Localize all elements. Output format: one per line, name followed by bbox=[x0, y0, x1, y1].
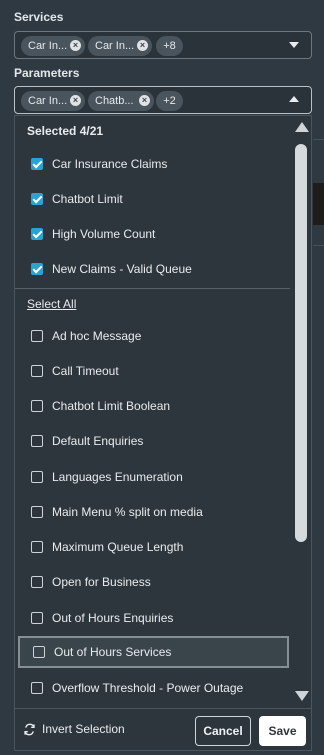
option-item[interactable]: High Volume Count bbox=[15, 216, 290, 251]
checkbox[interactable] bbox=[31, 364, 43, 377]
option-item[interactable]: Chatbot Limit Boolean bbox=[15, 388, 290, 423]
option-item[interactable]: Languages Enumeration bbox=[15, 459, 290, 494]
option-item[interactable]: Default Enquiries bbox=[15, 423, 290, 458]
checkbox[interactable] bbox=[31, 470, 43, 483]
save-button[interactable]: Save bbox=[259, 716, 306, 746]
option-item[interactable]: Maximum Queue Length bbox=[15, 529, 290, 564]
services-chip[interactable]: Car In... × bbox=[88, 36, 152, 56]
checkbox[interactable] bbox=[33, 646, 45, 658]
option-label: Ad hoc Message bbox=[52, 328, 142, 343]
checkbox[interactable] bbox=[31, 681, 43, 694]
chip-label: Car In... bbox=[95, 40, 135, 52]
option-label: New Claims - Valid Queue bbox=[52, 261, 192, 276]
option-item[interactable]: Call Timeout bbox=[15, 353, 290, 388]
option-label: Open for Business bbox=[52, 574, 151, 589]
parameters-more-chip[interactable]: +2 bbox=[156, 91, 183, 111]
option-label: Out of Hours Services bbox=[54, 645, 172, 659]
services-select[interactable]: Car In... × Car In... × +8 bbox=[14, 31, 312, 59]
invert-selection-button[interactable]: Invert Selection bbox=[23, 722, 125, 736]
option-label: Default Enquiries bbox=[52, 433, 144, 448]
checkbox[interactable] bbox=[31, 575, 43, 588]
option-item[interactable]: Chatbot Limit bbox=[15, 181, 290, 216]
select-all-link[interactable]: Select All bbox=[27, 297, 76, 311]
checkbox[interactable] bbox=[31, 434, 43, 447]
close-circle-icon[interactable]: × bbox=[70, 95, 81, 106]
parameters-chip[interactable]: Car In... × bbox=[21, 91, 85, 111]
background-divider bbox=[313, 245, 324, 246]
background-panel-edge bbox=[313, 183, 324, 225]
chevron-up-icon[interactable] bbox=[289, 96, 299, 102]
chip-label: Chatb... bbox=[95, 95, 134, 107]
checkbox-checked[interactable] bbox=[31, 192, 43, 205]
checkbox[interactable] bbox=[31, 611, 43, 624]
option-label: Chatbot Limit bbox=[52, 191, 123, 206]
checkbox[interactable] bbox=[31, 399, 43, 412]
swap-icon bbox=[24, 723, 35, 735]
option-label: Main Menu % split on media bbox=[52, 504, 203, 519]
option-label: Maximum Queue Length bbox=[52, 539, 184, 554]
checkbox-checked[interactable] bbox=[31, 227, 43, 240]
parameters-chip[interactable]: Chatb... × bbox=[88, 91, 154, 111]
option-item[interactable]: Out of Hours Enquiries bbox=[15, 600, 290, 635]
option-item[interactable]: Open for Business bbox=[15, 564, 290, 599]
option-item[interactable]: New Claims - Valid Queue bbox=[15, 251, 290, 286]
services-label: Services bbox=[14, 10, 64, 24]
scrollbar[interactable] bbox=[292, 116, 311, 708]
selected-count: Selected 4/21 bbox=[27, 124, 104, 138]
parameters-label: Parameters bbox=[14, 66, 80, 80]
option-label: Call Timeout bbox=[52, 363, 119, 378]
chevron-down-icon[interactable] bbox=[289, 42, 299, 48]
scroll-down-arrow-icon[interactable] bbox=[295, 691, 309, 701]
background-divider bbox=[313, 139, 324, 140]
option-label: Car Insurance Claims bbox=[52, 156, 168, 171]
option-item[interactable]: Car Insurance Claims bbox=[15, 146, 290, 181]
checkbox[interactable] bbox=[31, 505, 43, 518]
cancel-button[interactable]: Cancel bbox=[195, 716, 251, 746]
option-label: Languages Enumeration bbox=[52, 469, 183, 484]
checkbox-checked[interactable] bbox=[31, 262, 43, 275]
checkbox-checked[interactable] bbox=[31, 157, 43, 170]
parameters-select[interactable]: Car In... × Chatb... × +2 bbox=[14, 86, 312, 114]
checkbox[interactable] bbox=[31, 329, 43, 342]
option-item[interactable]: Main Menu % split on media bbox=[15, 494, 290, 529]
option-label: High Volume Count bbox=[52, 226, 156, 241]
option-label: Out of Hours Enquiries bbox=[52, 610, 174, 625]
chip-label: Car In... bbox=[28, 40, 68, 52]
close-circle-icon[interactable]: × bbox=[137, 40, 148, 51]
chip-label: Car In... bbox=[28, 95, 68, 107]
services-more-chip[interactable]: +8 bbox=[156, 36, 183, 56]
option-item-highlighted[interactable]: Out of Hours Services bbox=[18, 636, 289, 668]
parameters-dropdown: Selected 4/21 Car Insurance Claims Chatb… bbox=[14, 115, 312, 751]
checkbox[interactable] bbox=[31, 540, 43, 553]
dropdown-footer: Invert Selection Cancel Save bbox=[15, 708, 311, 750]
invert-selection-label: Invert Selection bbox=[42, 722, 125, 736]
option-label: Overflow Threshold - Power Outage bbox=[52, 680, 244, 695]
close-circle-icon[interactable]: × bbox=[139, 95, 150, 106]
option-item[interactable]: Overflow Threshold - Power Outage bbox=[15, 670, 290, 705]
scrollbar-thumb[interactable] bbox=[295, 144, 307, 542]
option-label: Chatbot Limit Boolean bbox=[52, 398, 171, 413]
divider bbox=[15, 288, 290, 289]
scroll-up-arrow-icon[interactable] bbox=[295, 122, 309, 132]
services-chip[interactable]: Car In... × bbox=[21, 36, 85, 56]
option-item[interactable]: Ad hoc Message bbox=[15, 318, 290, 353]
close-circle-icon[interactable]: × bbox=[70, 40, 81, 51]
